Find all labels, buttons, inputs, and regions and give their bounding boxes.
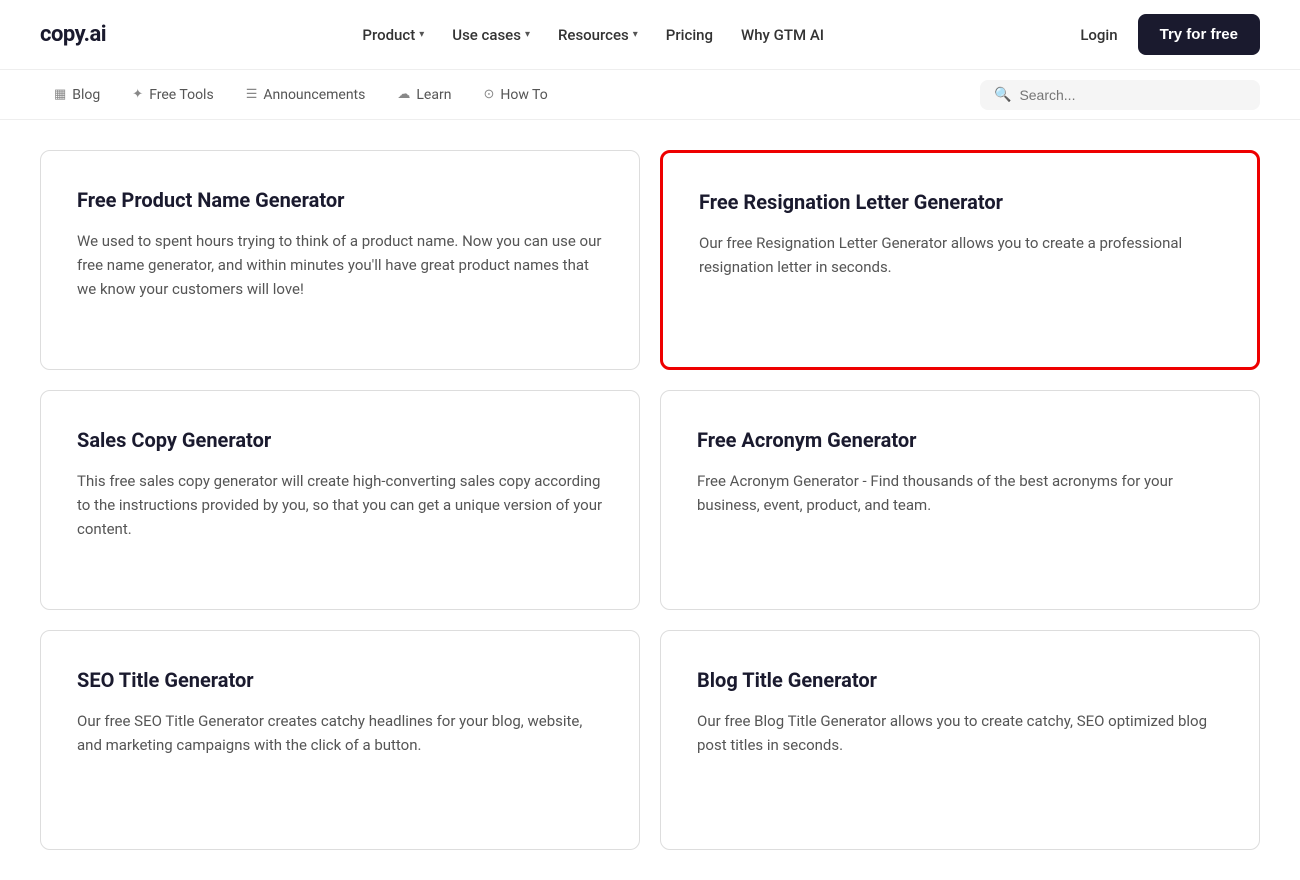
card-title: SEO Title Generator xyxy=(77,667,603,693)
subnav-freetools[interactable]: ✦ Free Tools xyxy=(118,81,227,109)
card-title: Free Acronym Generator xyxy=(697,427,1223,453)
tool-card[interactable]: Sales Copy Generator This free sales copy… xyxy=(40,390,640,610)
nav-item-pricing[interactable]: Pricing xyxy=(666,26,713,44)
subnav-blog[interactable]: ▦ Blog xyxy=(40,81,114,109)
tool-card[interactable]: Free Resignation Letter Generator Our fre… xyxy=(660,150,1260,370)
blog-icon: ▦ xyxy=(54,87,66,102)
subnav-announcements[interactable]: ☰ Announcements xyxy=(232,81,380,109)
nav-item-usecases[interactable]: Use cases ▾ xyxy=(452,26,530,44)
announcements-icon: ☰ xyxy=(246,87,258,102)
learn-icon: ☁ xyxy=(397,87,410,102)
logo[interactable]: copy.ai xyxy=(40,22,106,47)
card-description: Our free Resignation Letter Generator al… xyxy=(699,231,1221,279)
card-description: Our free SEO Title Generator creates cat… xyxy=(77,709,603,757)
card-description: Our free Blog Title Generator allows you… xyxy=(697,709,1223,757)
chevron-down-icon: ▾ xyxy=(633,29,638,40)
top-nav: copy.ai Product ▾ Use cases ▾ Resources … xyxy=(0,0,1300,70)
login-link[interactable]: Login xyxy=(1080,26,1117,44)
card-title: Free Resignation Letter Generator xyxy=(699,189,1221,215)
search-bar[interactable]: 🔍 xyxy=(980,80,1260,110)
tool-card[interactable]: Blog Title Generator Our free Blog Title … xyxy=(660,630,1260,850)
sub-nav-links: ▦ Blog ✦ Free Tools ☰ Announcements ☁ Le… xyxy=(40,81,980,109)
card-title: Blog Title Generator xyxy=(697,667,1223,693)
nav-item-resources[interactable]: Resources ▾ xyxy=(558,26,638,44)
logo-text: copy.ai xyxy=(40,22,106,47)
subnav-learn[interactable]: ☁ Learn xyxy=(383,81,465,109)
search-input[interactable] xyxy=(1019,87,1246,103)
card-description: Free Acronym Generator - Find thousands … xyxy=(697,469,1223,517)
chevron-down-icon: ▾ xyxy=(525,29,530,40)
main-nav-links: Product ▾ Use cases ▾ Resources ▾ Pricin… xyxy=(362,26,824,44)
howto-icon: ⊙ xyxy=(483,87,494,102)
card-description: This free sales copy generator will crea… xyxy=(77,469,603,541)
tool-card[interactable]: SEO Title Generator Our free SEO Title Ge… xyxy=(40,630,640,850)
tool-card[interactable]: Free Acronym Generator Free Acronym Gener… xyxy=(660,390,1260,610)
sub-nav: ▦ Blog ✦ Free Tools ☰ Announcements ☁ Le… xyxy=(0,70,1300,120)
subnav-howto[interactable]: ⊙ How To xyxy=(469,81,561,109)
tools-icon: ✦ xyxy=(132,87,143,102)
main-content: Free Product Name Generator We used to sp… xyxy=(0,120,1300,880)
cards-grid: Free Product Name Generator We used to sp… xyxy=(40,150,1260,850)
card-title: Free Product Name Generator xyxy=(77,187,603,213)
chevron-down-icon: ▾ xyxy=(419,29,424,40)
nav-item-gtm[interactable]: Why GTM AI xyxy=(741,26,824,44)
nav-right: Login Try for free xyxy=(1080,14,1260,55)
card-description: We used to spent hours trying to think o… xyxy=(77,229,603,301)
search-icon: 🔍 xyxy=(994,87,1011,103)
try-for-free-button[interactable]: Try for free xyxy=(1138,14,1260,55)
tool-card[interactable]: Free Product Name Generator We used to sp… xyxy=(40,150,640,370)
card-title: Sales Copy Generator xyxy=(77,427,603,453)
nav-item-product[interactable]: Product ▾ xyxy=(362,26,424,44)
